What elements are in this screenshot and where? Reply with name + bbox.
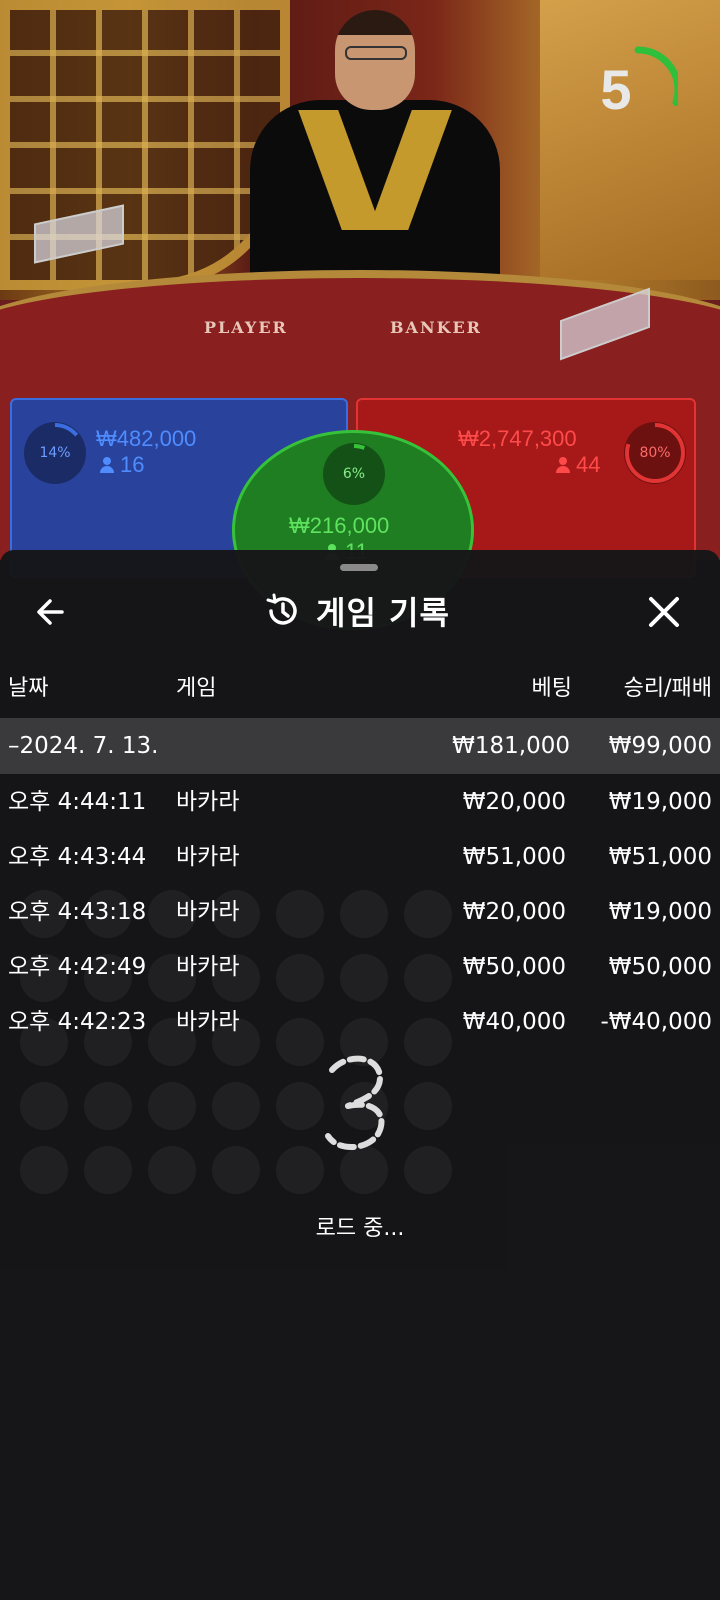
user-icon	[556, 457, 570, 473]
row-bet: ₩20,000	[462, 899, 566, 925]
back-button[interactable]	[30, 592, 74, 632]
close-icon	[649, 597, 679, 627]
loading-text: 로드 중...	[315, 1216, 405, 1241]
sheet-title: 게임 기록	[316, 594, 450, 632]
tie-percent-ring: 6%	[323, 443, 385, 505]
column-date: 날짜	[8, 676, 49, 701]
row-result: -₩40,000	[600, 1009, 712, 1035]
row-result: ₩19,000	[608, 899, 712, 925]
loading-spinner-icon	[318, 1050, 398, 1160]
arrow-left-icon	[37, 599, 64, 625]
column-game: 게임	[176, 676, 217, 701]
history-row[interactable]: 오후 4:42:49 바카라 ₩50,000 ₩50,000	[0, 947, 720, 987]
row-game: 바카라	[176, 954, 240, 980]
dealer	[250, 10, 500, 300]
row-time: 오후 4:42:49	[8, 954, 147, 980]
row-result: ₩51,000	[608, 844, 712, 870]
row-time: 오후 4:44:11	[8, 789, 147, 815]
banker-bettor-count: 44	[556, 452, 600, 478]
day-summary-row[interactable]: –2024. 7. 13. ₩181,000 ₩99,000	[0, 718, 720, 774]
row-bet: ₩40,000	[462, 1009, 566, 1035]
table-label-banker: BANKER	[390, 318, 482, 337]
sheet-drag-handle[interactable]	[340, 564, 378, 571]
row-game: 바카라	[176, 1009, 240, 1035]
player-bet-total: ₩482,000	[96, 426, 197, 451]
row-bet: ₩51,000	[462, 844, 566, 870]
table-label-player: PLAYER	[204, 318, 288, 337]
row-game: 바카라	[176, 844, 240, 870]
row-time: 오후 4:43:44	[8, 844, 147, 870]
timer-value: 5	[600, 58, 632, 121]
sheet-header: 게임 기록	[0, 580, 720, 642]
tie-bet-total: ₩216,000	[289, 513, 390, 538]
row-game: 바카라	[176, 899, 240, 925]
column-bet: 베팅	[531, 676, 572, 701]
history-icon	[266, 593, 297, 625]
row-game: 바카라	[176, 789, 240, 815]
history-row[interactable]: 오후 4:44:11 바카라 ₩20,000 ₩19,000	[0, 782, 720, 822]
countdown-timer: 5	[578, 30, 678, 140]
banker-percent-ring: 80%	[624, 422, 686, 484]
row-result: ₩19,000	[608, 789, 712, 815]
game-history-sheet: 게임 기록 날짜 게임 베팅 승리/패배 –2024. 7. 13. ₩181,…	[0, 550, 720, 1600]
history-table-header: 날짜 게임 베팅 승리/패배	[0, 670, 720, 710]
banker-bet-total: ₩2,747,300	[458, 426, 577, 451]
row-bet: ₩50,000	[462, 954, 566, 980]
history-row[interactable]: 오후 4:43:44 바카라 ₩51,000 ₩51,000	[0, 837, 720, 877]
player-percent-ring: 14%	[24, 422, 86, 484]
player-bettor-count: 16	[100, 452, 144, 478]
user-icon	[100, 457, 114, 473]
history-row[interactable]: 오후 4:43:18 바카라 ₩20,000 ₩19,000	[0, 892, 720, 932]
day-date: –2024. 7. 13.	[8, 733, 159, 759]
row-time: 오후 4:43:18	[8, 899, 147, 925]
row-result: ₩50,000	[608, 954, 712, 980]
close-button[interactable]	[642, 590, 686, 634]
day-result-total: ₩99,000	[608, 733, 712, 759]
day-bet-total: ₩181,000	[452, 733, 570, 759]
sheet-title-group: 게임 기록	[262, 588, 450, 634]
column-result: 승리/패배	[623, 676, 712, 701]
row-bet: ₩20,000	[462, 789, 566, 815]
history-row[interactable]: 오후 4:42:23 바카라 ₩40,000 -₩40,000	[0, 1002, 720, 1042]
row-time: 오후 4:42:23	[8, 1009, 147, 1035]
